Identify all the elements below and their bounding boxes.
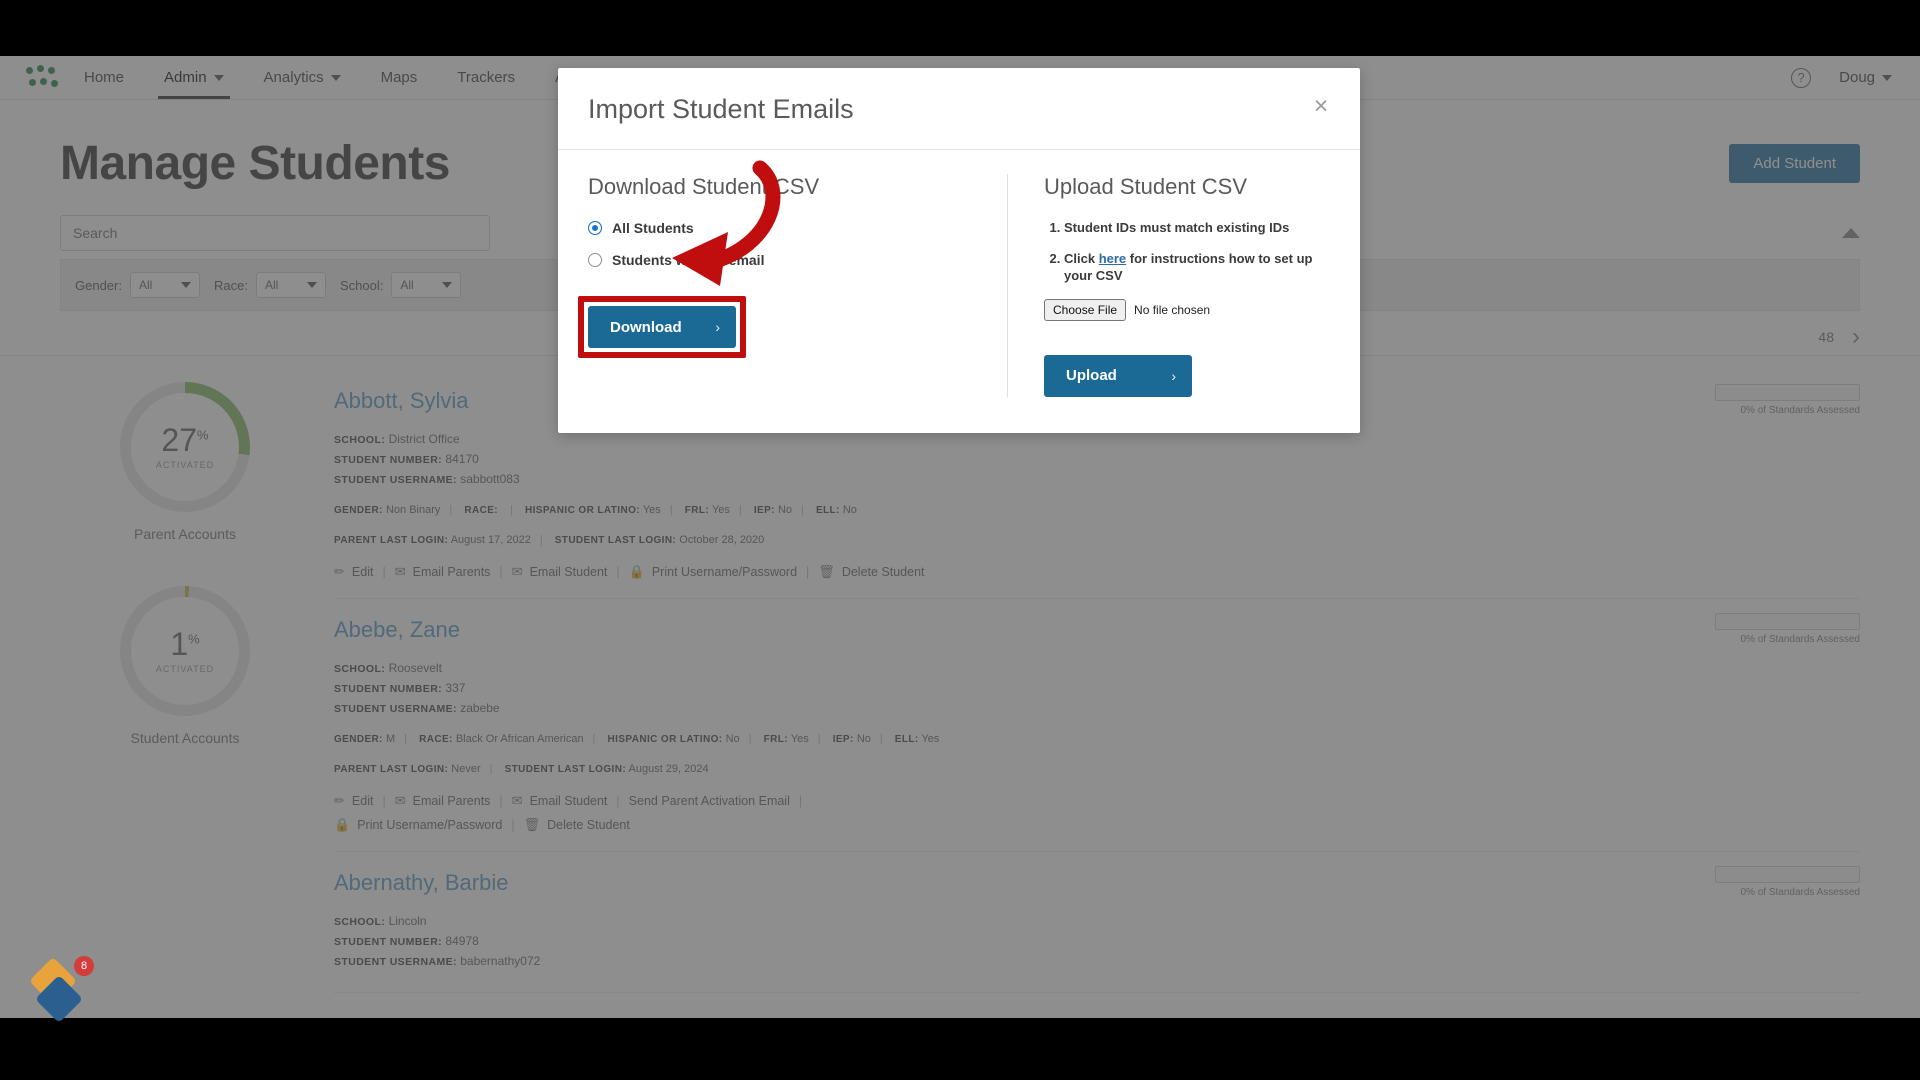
- download-section: Download Student CSV All Students Studen…: [578, 174, 1008, 397]
- upload-step-1-text: Student IDs must match existing IDs: [1064, 220, 1290, 235]
- file-input-row: Choose File No file chosen: [1044, 298, 1330, 321]
- radio-all-students-label: All Students: [612, 220, 694, 236]
- download-button-wrapper: Download ›: [578, 296, 746, 358]
- radio-all-students[interactable]: All Students: [588, 220, 977, 236]
- choose-file-button[interactable]: Choose File: [1044, 298, 1127, 321]
- upload-button-label: Upload: [1066, 367, 1117, 385]
- upload-section: Upload Student CSV Student IDs must matc…: [1008, 174, 1330, 397]
- screen: Home Admin Analytics Maps Trackers A ?: [0, 0, 1920, 1080]
- csv-instructions-link[interactable]: here: [1099, 251, 1126, 266]
- file-status-label: No file chosen: [1134, 302, 1211, 317]
- upload-step-2-text-before: Click: [1064, 250, 1099, 266]
- modal-header: Import Student Emails ×: [558, 68, 1360, 150]
- radio-icon-selected[interactable]: [588, 221, 602, 235]
- download-section-title: Download Student CSV: [588, 174, 820, 199]
- chevron-right-icon: ›: [1171, 367, 1176, 384]
- chevron-right-icon: ›: [715, 319, 720, 335]
- radio-students-no-email[interactable]: Students with no email: [588, 252, 977, 268]
- upload-section-title: Upload Student CSV: [1044, 174, 1248, 199]
- modal-title: Import Student Emails: [588, 94, 854, 124]
- help-widget[interactable]: 8: [28, 956, 94, 1024]
- notification-badge: 8: [74, 956, 94, 976]
- download-button[interactable]: Download ›: [588, 306, 736, 348]
- import-student-emails-modal: Import Student Emails × Download Student…: [558, 68, 1360, 433]
- upload-instructions: Student IDs must match existing IDs Clic…: [1044, 220, 1330, 285]
- upload-button[interactable]: Upload ›: [1044, 354, 1192, 397]
- close-icon[interactable]: ×: [1308, 94, 1334, 120]
- download-button-label: Download: [610, 318, 682, 336]
- radio-icon-unselected[interactable]: [588, 253, 602, 267]
- upload-step-2: Click here for instructions how to set u…: [1064, 251, 1330, 285]
- modal-body: Download Student CSV All Students Studen…: [558, 150, 1360, 433]
- radio-students-no-email-label: Students with no email: [612, 252, 765, 268]
- upload-step-1: Student IDs must match existing IDs: [1064, 220, 1330, 237]
- upload-button-wrapper: Upload ›: [1044, 354, 1330, 397]
